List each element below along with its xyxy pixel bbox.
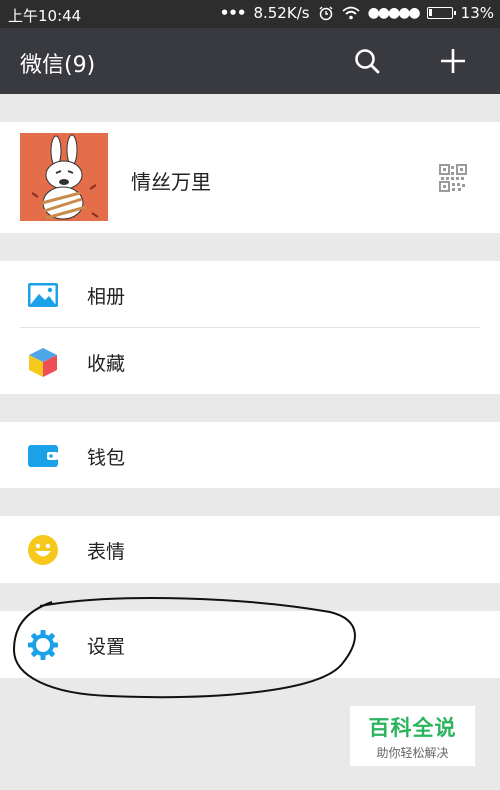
status-indicators: ••• 8.52K/s ●●●●● 13% <box>220 4 494 22</box>
battery-fill <box>428 9 432 16</box>
status-bar: 上午10:44 ••• 8.52K/s ●●●●● 13% <box>0 0 500 28</box>
menu-group-settings: 设置 <box>0 611 500 678</box>
menu-item-favorites[interactable]: 收藏 <box>0 328 500 394</box>
menu-item-stickers[interactable]: 表情 <box>0 516 500 582</box>
rabbit-avatar <box>20 133 108 221</box>
page-title: 微信(9) <box>20 53 96 78</box>
menu-group-wallet: 钱包 <box>0 422 500 488</box>
wallet-icon <box>28 445 58 467</box>
menu-label-favorites: 收藏 <box>87 353 126 375</box>
network-speed: 8.52K/s <box>253 4 310 22</box>
status-time: 上午10:44 <box>8 7 82 25</box>
avatar <box>20 133 108 221</box>
watermark-subtitle: 助你轻松解决 <box>376 746 449 760</box>
smiley-icon <box>28 535 58 565</box>
plus-icon <box>441 49 465 73</box>
menu-label-settings: 设置 <box>87 636 126 658</box>
search-icon <box>355 49 380 74</box>
battery-percent: 13% <box>460 4 494 22</box>
signal-dots-icon: ●●●●● <box>367 5 421 21</box>
menu-label-stickers: 表情 <box>87 541 126 563</box>
watermark-title: 百科全说 <box>368 716 457 740</box>
favorites-cube-icon <box>29 348 57 377</box>
menu-item-album[interactable]: 相册 <box>0 261 500 327</box>
gear-icon <box>28 630 58 660</box>
qr-code-icon[interactable] <box>439 164 467 192</box>
album-icon <box>28 283 58 307</box>
menu-group-media: 相册 收藏 <box>0 261 500 394</box>
more-dots-icon: ••• <box>219 4 247 22</box>
menu-label-wallet: 钱包 <box>87 447 126 469</box>
search-button[interactable] <box>350 44 384 78</box>
app-header: 微信(9) <box>0 28 500 94</box>
wifi-icon <box>341 6 360 20</box>
profile-name: 情丝万里 <box>131 170 211 194</box>
menu-label-album: 相册 <box>87 286 126 308</box>
menu-item-wallet[interactable]: 钱包 <box>0 422 500 488</box>
alarm-icon <box>319 6 333 21</box>
profile-card[interactable]: 情丝万里 <box>0 122 500 233</box>
battery-icon <box>426 7 456 19</box>
watermark-logo: 百科全说 助你轻松解决 <box>350 706 475 766</box>
menu-group-stickers: 表情 <box>0 516 500 583</box>
menu-item-settings[interactable]: 设置 <box>0 611 500 677</box>
add-button[interactable] <box>436 44 470 78</box>
